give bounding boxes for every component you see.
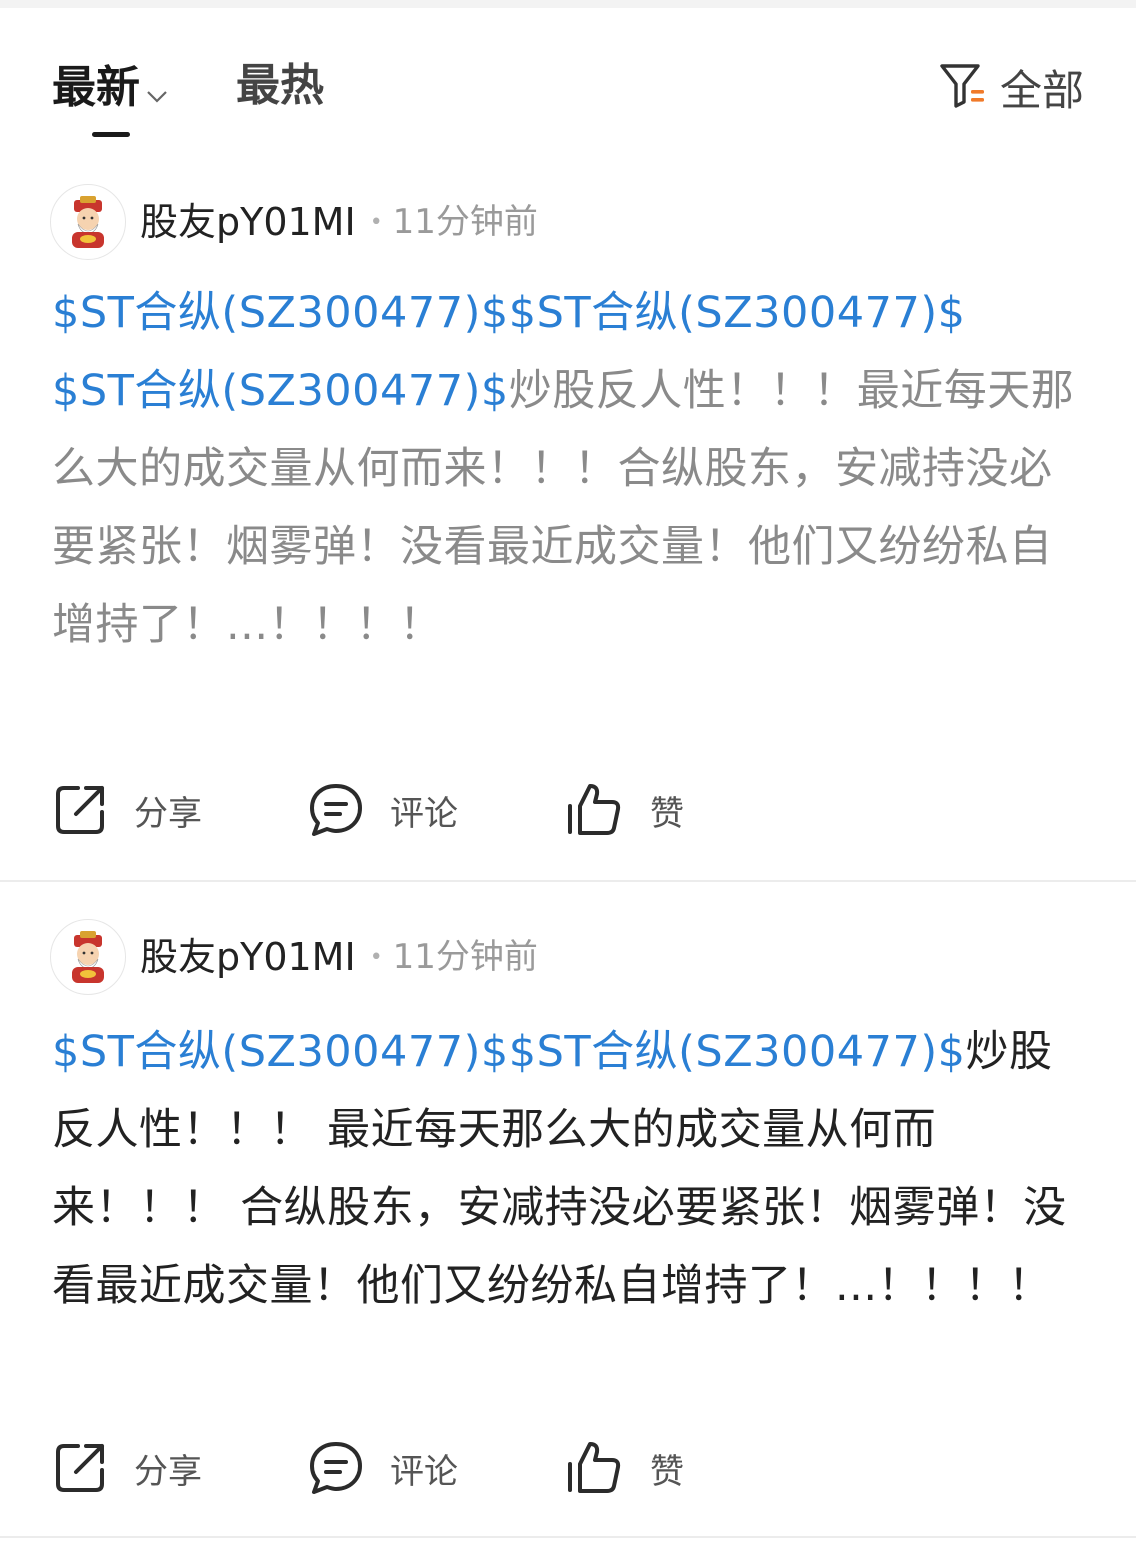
post-actions: 分享 评论 赞 bbox=[52, 1438, 752, 1498]
avatar[interactable] bbox=[50, 184, 126, 260]
caishen-avatar-icon bbox=[72, 931, 104, 983]
like-label: 赞 bbox=[650, 793, 684, 834]
tab-latest[interactable]: 最新 bbox=[52, 60, 168, 116]
separator-dot: • bbox=[369, 209, 383, 235]
username[interactable]: 股友pY01MI bbox=[140, 200, 356, 244]
like-button[interactable]: 赞 bbox=[564, 782, 684, 838]
comment-button[interactable]: 评论 bbox=[308, 1440, 564, 1496]
divider bbox=[0, 880, 1136, 882]
like-button[interactable]: 赞 bbox=[564, 1440, 684, 1496]
post-header: 股友pY01MI • 11分钟前 bbox=[50, 184, 538, 260]
like-label: 赞 bbox=[650, 1451, 684, 1492]
username[interactable]: 股友pY01MI bbox=[140, 935, 356, 979]
post-time: 11分钟前 bbox=[392, 937, 538, 977]
avatar[interactable] bbox=[50, 919, 126, 995]
stock-link[interactable]: $ST合纵(SZ300477)$ bbox=[52, 366, 509, 416]
comment-label: 评论 bbox=[390, 793, 458, 834]
post-content[interactable]: $ST合纵(SZ300477)$$ST合纵(SZ300477)$ $ST合纵(S… bbox=[52, 274, 1092, 664]
share-button[interactable]: 分享 bbox=[52, 1440, 308, 1496]
stock-link[interactable]: $ST合纵(SZ300477)$ bbox=[52, 288, 509, 338]
comment-label: 评论 bbox=[390, 1451, 458, 1492]
stock-link[interactable]: $ST合纵(SZ300477)$ bbox=[52, 1027, 509, 1077]
caishen-avatar-icon bbox=[72, 196, 104, 248]
post-header: 股友pY01MI • 11分钟前 bbox=[50, 919, 538, 995]
stock-link[interactable]: $ST合纵(SZ300477)$ bbox=[509, 1027, 966, 1077]
tab-hot-label: 最热 bbox=[236, 60, 324, 111]
share-button[interactable]: 分享 bbox=[52, 782, 308, 838]
top-strip bbox=[0, 0, 1136, 8]
tab-hot[interactable]: 最热 bbox=[236, 60, 324, 112]
share-icon bbox=[56, 786, 104, 834]
comment-icon bbox=[310, 784, 362, 836]
share-label: 分享 bbox=[134, 793, 202, 834]
comment-button[interactable]: 评论 bbox=[308, 782, 564, 838]
active-tab-indicator bbox=[92, 132, 130, 137]
thumbs-up-icon bbox=[568, 784, 621, 835]
post-item: 股友pY01MI • 11分钟前 $ST合纵(SZ300477)$$ST合纵(S… bbox=[0, 170, 1136, 880]
post-content[interactable]: $ST合纵(SZ300477)$$ST合纵(SZ300477)$炒股反人性！！！… bbox=[52, 1013, 1092, 1325]
comment-icon bbox=[310, 1442, 362, 1494]
chevron-down-icon bbox=[146, 64, 168, 116]
share-label: 分享 bbox=[134, 1451, 202, 1492]
thumbs-up-icon bbox=[568, 1442, 621, 1493]
stock-link[interactable]: $ST合纵(SZ300477)$ bbox=[509, 288, 966, 338]
post-item: 股友pY01MI • 11分钟前 $ST合纵(SZ300477)$$ST合纵(S… bbox=[0, 905, 1136, 1535]
filter-label: 全部 bbox=[999, 66, 1084, 115]
filter-icon bbox=[938, 60, 1000, 122]
divider bbox=[0, 1536, 1136, 1538]
post-actions: 分享 评论 赞 bbox=[52, 780, 752, 840]
share-icon bbox=[56, 1444, 104, 1492]
tab-latest-label: 最新 bbox=[52, 62, 140, 113]
separator-dot: • bbox=[369, 944, 383, 970]
filter-button[interactable]: 全部 bbox=[938, 60, 1084, 122]
post-time: 11分钟前 bbox=[392, 202, 538, 242]
tab-bar: 最新 最热 全部 bbox=[0, 40, 1136, 140]
